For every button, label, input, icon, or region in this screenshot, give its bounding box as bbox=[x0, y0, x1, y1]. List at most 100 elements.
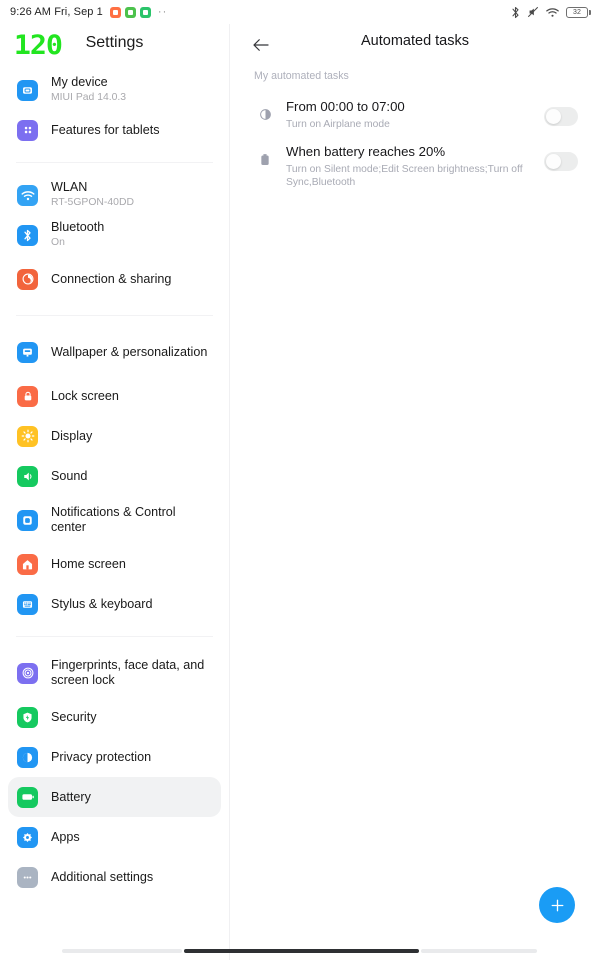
sidebar-item-wlan[interactable]: WLAN RT-5GPON-40DD bbox=[8, 175, 221, 215]
sidebar-item-additional-settings[interactable]: Additional settings bbox=[8, 857, 221, 897]
sidebar-item-label: Privacy protection bbox=[51, 749, 152, 764]
sidebar-item-label: Features for tablets bbox=[51, 122, 160, 137]
notification-icon bbox=[17, 509, 38, 531]
automated-task-description: Turn on Airplane mode bbox=[286, 119, 390, 130]
sidebar-item-text: Security bbox=[51, 710, 97, 725]
settings-sidebar[interactable]: 120 Settings My device MIUI Pad 14.0.3 Fea… bbox=[0, 24, 230, 960]
sidebar-item-display[interactable]: Display bbox=[8, 416, 221, 456]
sidebar-item-home-screen[interactable]: Home screen bbox=[8, 544, 221, 584]
more-icon bbox=[17, 866, 38, 888]
mute-icon bbox=[527, 6, 539, 18]
automated-task-toggle[interactable] bbox=[544, 152, 578, 171]
device-icon bbox=[17, 79, 38, 101]
battery-icon bbox=[17, 786, 38, 808]
main-panel: Automated tasks My automated tasks From … bbox=[230, 24, 600, 960]
privacy-icon bbox=[17, 746, 38, 768]
sidebar-item-sound[interactable]: Sound bbox=[8, 456, 221, 496]
sidebar-item-label: Apps bbox=[51, 829, 80, 844]
automated-task-row[interactable]: When battery reaches 20% Turn on Silent m… bbox=[230, 137, 600, 195]
sidebar-divider bbox=[16, 162, 213, 163]
bluetooth-icon bbox=[17, 224, 38, 246]
sidebar-item-sublabel: RT-5GPON-40DD bbox=[51, 197, 134, 208]
keyboard-icon bbox=[17, 593, 38, 615]
sidebar-item-text: WLAN RT-5GPON-40DD bbox=[51, 180, 134, 210]
main-header: Automated tasks bbox=[230, 24, 600, 66]
sidebar-item-stylus-keyboard[interactable]: Stylus & keyboard bbox=[8, 584, 221, 624]
sidebar-item-label: Bluetooth bbox=[51, 220, 105, 234]
automated-task-title: From 00:00 to 07:00 bbox=[286, 99, 405, 114]
sidebar-item-privacy-protection[interactable]: Privacy protection bbox=[8, 737, 221, 777]
wifi-icon bbox=[546, 7, 559, 18]
sidebar-item-text: Additional settings bbox=[51, 870, 153, 885]
lock-icon bbox=[17, 385, 38, 407]
automated-task-toggle[interactable] bbox=[544, 107, 578, 126]
sidebar-item-sublabel: On bbox=[51, 237, 65, 248]
sidebar-item-text: Bluetooth On bbox=[51, 220, 104, 250]
gesture-bar-left[interactable] bbox=[62, 949, 182, 953]
status-bar-app-icons bbox=[109, 6, 151, 18]
gesture-navigation-bar[interactable] bbox=[0, 938, 600, 960]
sidebar-item-apps[interactable]: Apps bbox=[8, 817, 221, 857]
sidebar-item-wallpaper-personalization[interactable]: Wallpaper & personalization bbox=[8, 328, 221, 376]
apps-icon bbox=[17, 826, 38, 848]
sidebar-item-text: Lock screen bbox=[51, 389, 119, 404]
add-task-fab[interactable] bbox=[539, 887, 575, 923]
sidebar-item-text: Display bbox=[51, 429, 92, 444]
sidebar-item-text: My device MIUI Pad 14.0.3 bbox=[51, 75, 126, 105]
status-bar: 9:26 AM Fri, Sep 1 ·· 32 bbox=[0, 0, 600, 24]
toggle-knob bbox=[546, 154, 561, 169]
sidebar-header: 120 Settings bbox=[0, 24, 229, 66]
sidebar-item-sublabel: MIUI Pad 14.0.3 bbox=[51, 92, 127, 103]
sidebar-item-label: Additional settings bbox=[51, 869, 154, 884]
automated-task-text: When battery reaches 20% Turn on Silent m… bbox=[276, 141, 536, 191]
connection-icon bbox=[17, 268, 38, 290]
sidebar-item-label: Connection & sharing bbox=[51, 271, 172, 286]
automated-task-list: From 00:00 to 07:00 Turn on Airplane mode… bbox=[230, 92, 600, 195]
sidebar-item-label: Battery bbox=[51, 789, 91, 804]
sidebar-item-label: Security bbox=[51, 709, 97, 724]
battery-icon: 32 bbox=[566, 6, 591, 18]
sidebar-item-text: Stylus & keyboard bbox=[51, 597, 153, 612]
sidebar-item-text: Connection & sharing bbox=[51, 272, 171, 287]
gesture-bar-right[interactable] bbox=[421, 949, 537, 953]
shield-icon bbox=[17, 706, 38, 728]
sidebar-item-label: Notifications & Control center bbox=[51, 505, 176, 534]
sidebar-item-notifications-control-center[interactable]: Notifications & Control center bbox=[8, 496, 221, 544]
status-bar-time: 9:26 AM Fri, Sep 1 bbox=[10, 6, 103, 18]
sidebar-item-my-device[interactable]: My device MIUI Pad 14.0.3 bbox=[8, 70, 221, 110]
sidebar-divider bbox=[16, 315, 213, 316]
grid-icon bbox=[17, 119, 38, 141]
sidebar-item-text: Apps bbox=[51, 830, 80, 845]
sidebar-item-label: Display bbox=[51, 428, 93, 443]
sidebar-item-label: Fingerprints, face data, and screen lock bbox=[51, 658, 205, 687]
brightness-icon bbox=[17, 425, 38, 447]
sidebar-item-label: Lock screen bbox=[51, 388, 119, 403]
sidebar-item-battery[interactable]: Battery bbox=[8, 777, 221, 817]
automated-task-text: From 00:00 to 07:00 Turn on Airplane mode bbox=[276, 96, 536, 133]
sidebar-item-lock-screen[interactable]: Lock screen bbox=[8, 376, 221, 416]
sidebar-item-features-for-tablets[interactable]: Features for tablets bbox=[8, 110, 221, 150]
fingerprint-icon bbox=[17, 662, 38, 684]
wifi-icon bbox=[17, 184, 38, 206]
page-title: Settings bbox=[85, 34, 144, 51]
sidebar-item-fingerprints-face-data-and-screen-lock[interactable]: Fingerprints, face data, and screen lock bbox=[8, 649, 221, 697]
sidebar-item-security[interactable]: Security bbox=[8, 697, 221, 737]
sidebar-item-text: Fingerprints, face data, and screen lock bbox=[51, 658, 212, 688]
sidebar-item-text: Privacy protection bbox=[51, 750, 151, 765]
sidebar-item-label: Home screen bbox=[51, 556, 126, 571]
sidebar-item-text: Battery bbox=[51, 790, 91, 805]
sidebar-nav: My device MIUI Pad 14.0.3 Features for tab… bbox=[0, 66, 229, 897]
plus-icon bbox=[551, 899, 563, 911]
sidebar-item-text: Notifications & Control center bbox=[51, 505, 212, 535]
automated-task-row[interactable]: From 00:00 to 07:00 Turn on Airplane mode bbox=[230, 92, 600, 137]
home-icon bbox=[17, 553, 38, 575]
sidebar-item-bluetooth[interactable]: Bluetooth On bbox=[8, 215, 221, 255]
tablet-screen: 9:26 AM Fri, Sep 1 ·· 32 120 Settings My… bbox=[0, 0, 600, 960]
sidebar-item-label: WLAN bbox=[51, 180, 88, 194]
gesture-bar-center[interactable] bbox=[184, 949, 419, 953]
sidebar-item-connection-sharing[interactable]: Connection & sharing bbox=[8, 255, 221, 303]
moon-contrast-icon bbox=[254, 96, 276, 121]
bluetooth-icon bbox=[511, 6, 520, 19]
app-icon-orange bbox=[109, 6, 121, 18]
app-icon-green-2 bbox=[139, 6, 151, 18]
